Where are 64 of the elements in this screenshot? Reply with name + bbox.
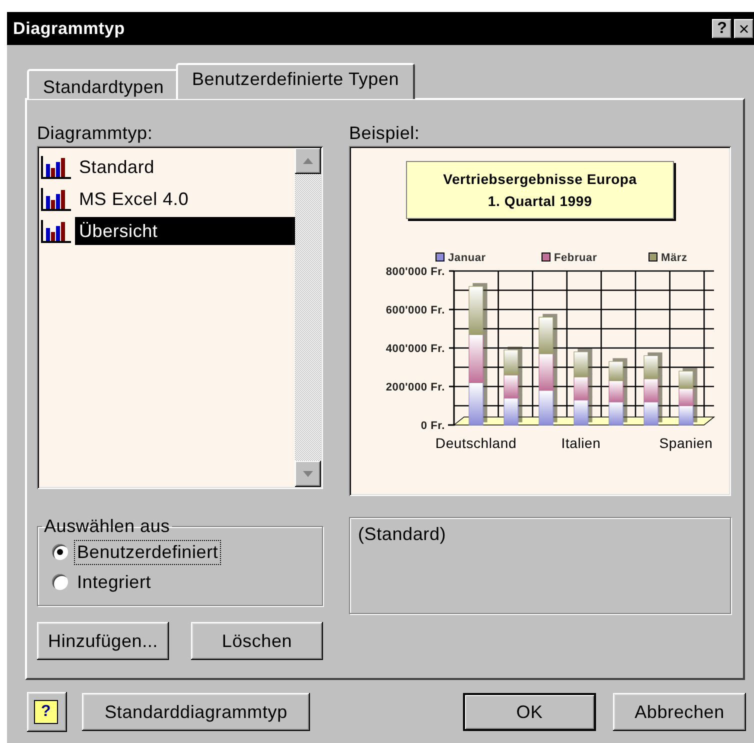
chart-bar bbox=[538, 353, 554, 391]
axis-label: 200'000 Fr. bbox=[386, 382, 445, 394]
radio-button[interactable] bbox=[52, 544, 68, 560]
chart-bar bbox=[678, 370, 694, 389]
chart-bar bbox=[644, 378, 658, 402]
chart-bar bbox=[678, 405, 694, 426]
chart-bar bbox=[538, 316, 554, 354]
tab[interactable]: Benutzerdefinierte Typen bbox=[176, 63, 416, 99]
radio-label[interactable]: Benutzerdefiniert bbox=[74, 540, 222, 564]
radio-button[interactable] bbox=[52, 574, 68, 590]
legend-item: März bbox=[648, 252, 688, 264]
up-arrow-icon bbox=[303, 158, 313, 164]
chart-bar bbox=[608, 380, 624, 402]
chart-bar bbox=[504, 374, 518, 398]
button[interactable]: Löschen bbox=[191, 622, 323, 660]
list-item[interactable]: Übersicht bbox=[75, 217, 295, 245]
description-text: (Standard) bbox=[358, 524, 446, 544]
button[interactable]: OK bbox=[463, 693, 596, 731]
group-label: Auswählen aus bbox=[43, 516, 171, 537]
chart-bar bbox=[504, 398, 518, 426]
legend-label: Januar bbox=[448, 252, 486, 264]
list-item[interactable]: MS Excel 4.0 bbox=[75, 185, 295, 213]
button[interactable]: Hinzufügen... bbox=[37, 622, 169, 660]
chart-bar bbox=[678, 388, 694, 406]
bar-chart-icon bbox=[39, 186, 73, 212]
chart-bar bbox=[644, 355, 658, 380]
chart-bar bbox=[574, 352, 588, 378]
radio-label[interactable]: Integriert bbox=[74, 570, 154, 594]
chart-bar bbox=[504, 350, 518, 376]
legend-item: Januar bbox=[436, 252, 486, 264]
chart-bar bbox=[608, 361, 624, 382]
bar-chart-icon bbox=[39, 154, 73, 180]
button[interactable]: Standarddiagrammtyp bbox=[82, 693, 310, 731]
legend-label: März bbox=[661, 252, 688, 264]
axis-label: Deutschland bbox=[435, 435, 517, 451]
scrollbar[interactable] bbox=[295, 148, 321, 487]
axis-label: Spanien bbox=[659, 435, 713, 451]
chart-bar bbox=[574, 376, 588, 400]
help-button[interactable]: ? bbox=[712, 18, 732, 38]
axis-label: 800'000 Fr. bbox=[386, 266, 445, 278]
axis-label: 600'000 Fr. bbox=[386, 304, 445, 316]
bar-chart-icon bbox=[39, 218, 73, 244]
help-button[interactable]: ? bbox=[27, 692, 67, 732]
window-title: Diagrammtyp bbox=[13, 18, 125, 38]
chart-bar bbox=[574, 400, 588, 426]
close-button[interactable]: × bbox=[734, 18, 754, 38]
tab[interactable]: Standardtypen bbox=[27, 69, 178, 99]
chart-bar bbox=[468, 334, 484, 383]
chart-bar bbox=[468, 382, 484, 426]
button[interactable]: Abbrechen bbox=[613, 693, 746, 731]
legend-label: Februar bbox=[554, 252, 598, 264]
axis-label: Italien bbox=[561, 435, 601, 451]
chart-bar bbox=[608, 402, 624, 426]
chart-bar bbox=[644, 402, 658, 426]
axis-label: 0 Fr. bbox=[420, 420, 445, 432]
legend-item: Februar bbox=[542, 252, 598, 264]
chart-bar bbox=[468, 286, 484, 335]
chart-title: Vertriebsergebnisse Europa 1. Quartal 1999 bbox=[406, 161, 674, 219]
list-label: Diagrammtyp: bbox=[37, 124, 154, 145]
down-arrow-icon bbox=[303, 471, 313, 477]
chart-bar bbox=[538, 390, 554, 426]
list-item[interactable]: Standard bbox=[75, 153, 295, 181]
axis-label: 400'000 Fr. bbox=[386, 343, 445, 355]
preview-label: Beispiel: bbox=[349, 124, 421, 145]
